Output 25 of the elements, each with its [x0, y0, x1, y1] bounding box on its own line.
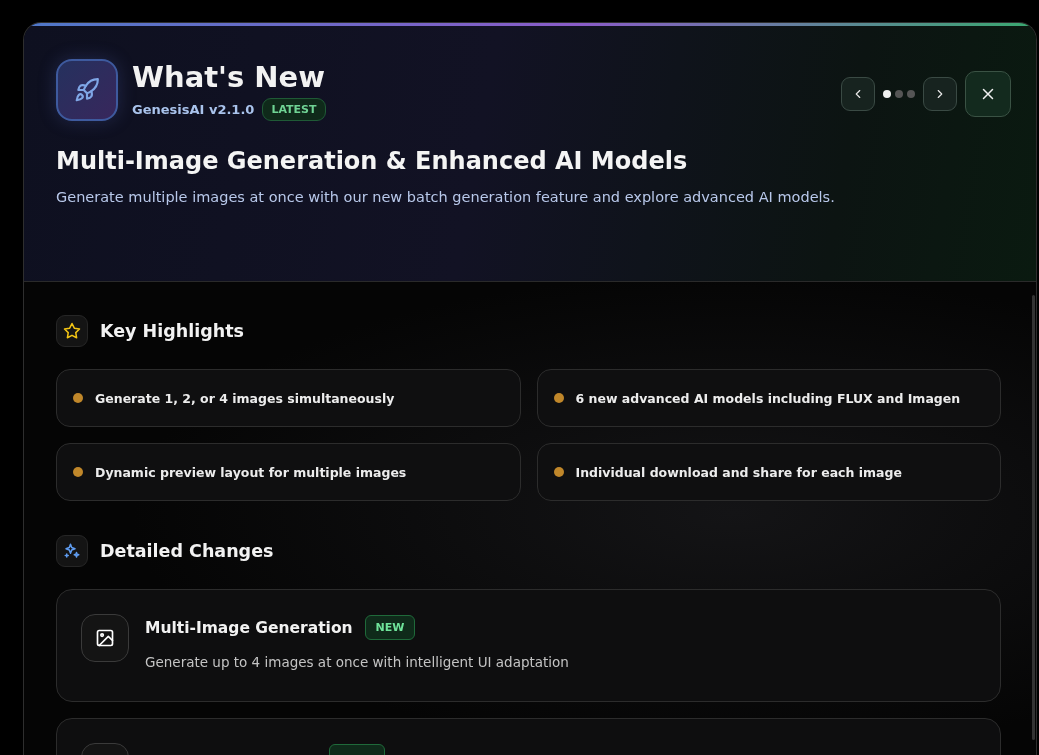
image-icon: [95, 628, 115, 648]
previous-button[interactable]: [841, 77, 875, 111]
headline: Multi-Image Generation & Enhanced AI Models: [56, 147, 689, 175]
window-title: What's New: [132, 59, 326, 96]
version-label: GenesisAI v2.1.0: [132, 102, 255, 117]
highlight-text: 6 new advanced AI models including FLUX and Imagen: [575, 390, 961, 406]
change-description: Generate up to 4 images at once with intelligent UI adaptation: [145, 654, 569, 670]
highlight-text: Individual download and share for each image: [575, 464, 902, 480]
close-button[interactable]: [965, 71, 1011, 117]
page-dot[interactable]: [895, 90, 903, 98]
change-title: Multi-Image Generation: [145, 618, 353, 637]
section-title: Detailed Changes: [100, 541, 274, 561]
new-badge: NEW: [364, 615, 416, 640]
section-title: Key Highlights: [100, 321, 245, 341]
page-dot[interactable]: [883, 90, 891, 98]
star-icon: [63, 322, 81, 340]
page-dot[interactable]: [907, 90, 915, 98]
latest-badge: LATEST: [262, 98, 326, 121]
highlight-text: Generate 1, 2, or 4 images simultaneously: [95, 390, 395, 406]
scrollbar[interactable]: [1032, 295, 1035, 740]
rocket-icon: [74, 76, 100, 103]
description: Generate multiple images at once with our new batch generation feature and explore advanced AI models.: [56, 189, 836, 205]
next-button[interactable]: [923, 77, 957, 111]
sparkles-icon: [63, 542, 81, 560]
highlight-text: Dynamic preview layout for multiple images: [95, 464, 407, 480]
